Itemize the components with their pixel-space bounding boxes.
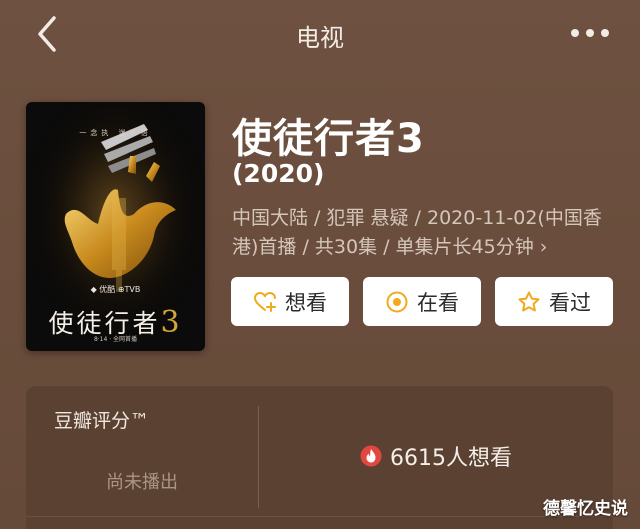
want-count-text: 6615人想看 bbox=[390, 446, 512, 471]
rating-status: 尚未播出 bbox=[106, 472, 178, 493]
heart-plus-icon bbox=[253, 291, 276, 312]
more-dots-icon bbox=[571, 29, 609, 37]
watching-button[interactable]: 在看 bbox=[363, 277, 481, 326]
show-title: 使徒行者3 bbox=[232, 116, 425, 162]
flame-icon bbox=[360, 445, 382, 467]
movie-detail-page: 电视 一念执 迷不悟 使徒行者3 8·14 · 全网首播 ◆ 优酷 ⊕TVB 使… bbox=[0, 0, 640, 529]
want-count[interactable]: 6615人想看 bbox=[259, 440, 613, 472]
rating-card: 豆瓣评分™ 尚未播出 6615人想看 bbox=[26, 386, 613, 529]
want-to-watch-label: 想看 bbox=[285, 290, 327, 315]
poster-logos: ◆ 优酷 ⊕TVB bbox=[90, 285, 141, 294]
watching-label: 在看 bbox=[417, 290, 459, 315]
card-bottom-divider bbox=[26, 516, 613, 517]
show-meta[interactable]: 中国大陆 / 犯罪 悬疑 / 2020-11-02(中国香港)首播 / 共30集… bbox=[232, 204, 612, 262]
more-button[interactable] bbox=[568, 20, 612, 46]
page-title: 电视 bbox=[296, 24, 344, 52]
show-year: (2020) bbox=[232, 159, 325, 188]
want-to-watch-button[interactable]: 想看 bbox=[231, 277, 349, 326]
chevron-right-icon: › bbox=[539, 236, 548, 258]
watched-label: 看过 bbox=[549, 290, 591, 315]
watched-button[interactable]: 看过 bbox=[495, 277, 613, 326]
douban-rating-label: 豆瓣评分™ bbox=[54, 410, 150, 432]
watermark: 德馨忆史说 bbox=[543, 499, 628, 519]
target-icon bbox=[386, 291, 408, 312]
poster-release-text: 8·14 · 全网首播 bbox=[93, 336, 138, 343]
poster-tagline: 一念执 迷不悟 bbox=[79, 129, 152, 137]
show-poster[interactable]: 一念执 迷不悟 使徒行者3 8·14 · 全网首播 ◆ 优酷 ⊕TVB bbox=[26, 102, 205, 351]
star-icon bbox=[518, 291, 540, 311]
